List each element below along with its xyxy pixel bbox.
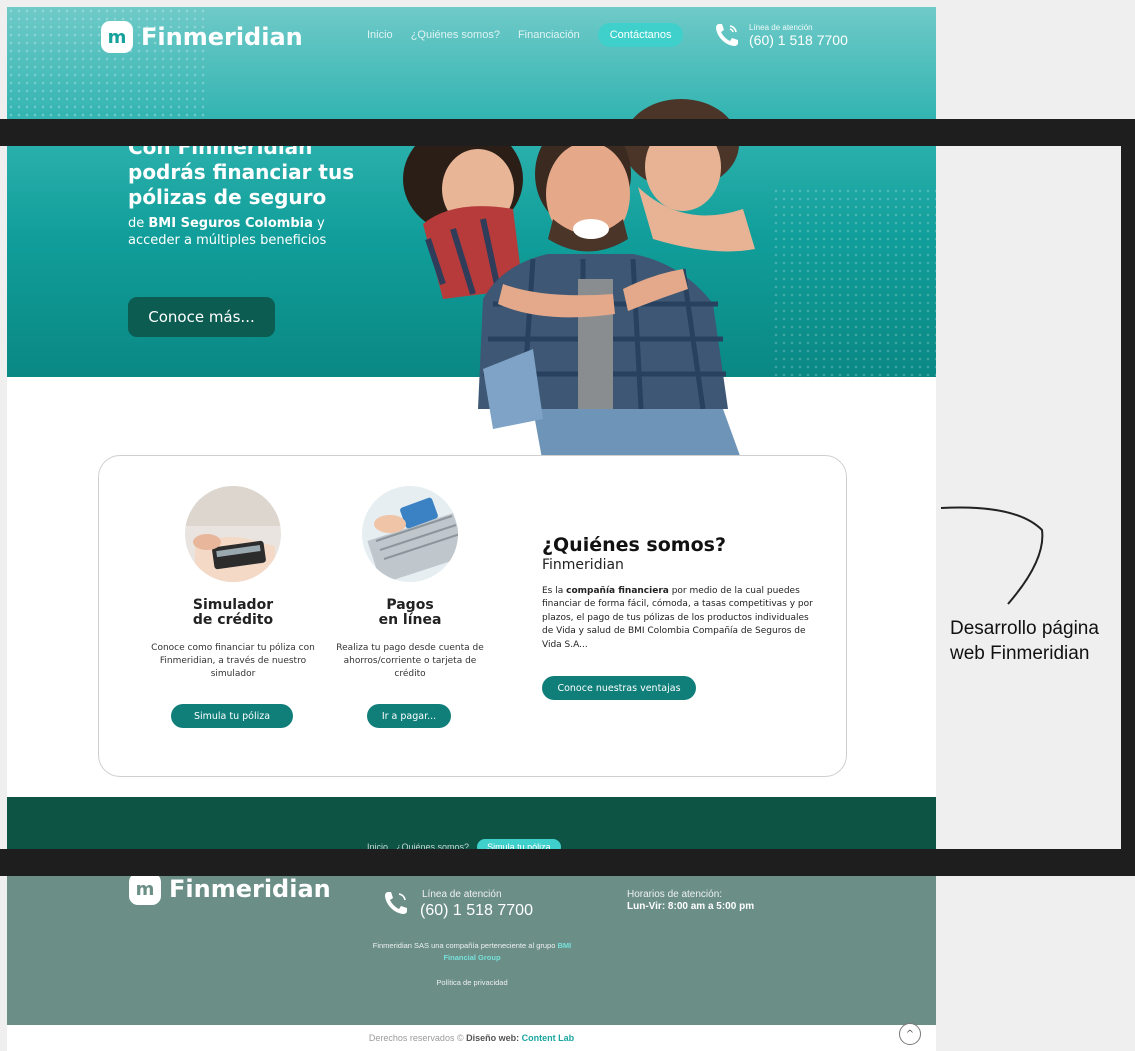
frame-band-bottom (0, 849, 1135, 876)
footer-phone-label: Línea de atención (422, 889, 502, 900)
copyright: Derechos reservados © Diseño web: Conten… (7, 1033, 936, 1043)
frame-band-top (0, 119, 1135, 146)
payments-title-line1: Pagos (386, 597, 434, 613)
hero-subtitle-prefix: de (128, 216, 149, 231)
about-text-prefix: Es la (542, 586, 567, 596)
simulator-title: Simulador de crédito (165, 598, 301, 628)
payments-description: Realiza tu pago desde cuenta de ahorros/… (336, 643, 484, 679)
payments-title-line2: en línea (378, 612, 442, 628)
copyright-bold: Diseño web: (466, 1033, 522, 1043)
conoce-ventajas-button[interactable]: Conoce nuestras ventajas (542, 676, 696, 700)
header-phone[interactable]: Línea de atención (60) 1 518 7700 (713, 21, 848, 49)
footer-logo-text: Finmeridian (169, 875, 331, 903)
header-logo[interactable]: m Finmeridian (101, 21, 303, 53)
footer-phone-number[interactable]: (60) 1 518 7700 (420, 902, 533, 920)
nav-inicio[interactable]: Inicio (367, 29, 393, 41)
footer-hours-label: Horarios de atención: (627, 889, 723, 900)
content-lab-link[interactable]: Content Lab (522, 1033, 575, 1043)
footer-phone-icon (385, 892, 407, 914)
hero-subtitle: de BMI Seguros Colombia y acceder a múlt… (128, 215, 378, 249)
logo-text: Finmeridian (141, 23, 303, 51)
chevron-up-icon: ^ (905, 1028, 915, 1040)
ir-a-pagar-button[interactable]: Ir a pagar... (367, 704, 451, 728)
simulator-image (185, 486, 281, 582)
about-text: Es la compañía financiera por medio de l… (542, 585, 822, 652)
copyright-prefix: Derechos reservados © (368, 1033, 467, 1043)
simula-tu-poliza-button[interactable]: Simula tu póliza (171, 704, 293, 728)
footer-logo-mark-icon: m (129, 873, 161, 905)
phone-number: (60) 1 518 7700 (749, 31, 848, 48)
nav-financiacion[interactable]: Financiación (518, 29, 580, 41)
hero-subtitle-brand: BMI Seguros Colombia (148, 216, 313, 231)
frame-right-edge (1121, 119, 1135, 876)
main-nav: Inicio ¿Quiénes somos? Financiación Cont… (367, 23, 684, 47)
about-text-bold: compañía financiera (566, 586, 669, 596)
phone-label: Línea de atención (749, 22, 813, 32)
simulator-title-line1: Simulador (192, 597, 274, 613)
contact-button[interactable]: Contáctanos (597, 23, 684, 47)
hero-title: Con Finmeridian podrás financiar tus pól… (128, 135, 355, 209)
caption-panel (936, 146, 1121, 849)
nav-quienes-somos[interactable]: ¿Quiénes somos? (411, 29, 500, 41)
services-card: Simulador de crédito Conoce como financi… (98, 455, 847, 777)
website-mockup: m Finmeridian Inicio ¿Quiénes somos? Fin… (7, 7, 936, 1051)
about-title: ¿Quiénes somos? (542, 534, 726, 556)
caption-text: Desarrollo página web Finmeridian (950, 618, 1099, 664)
about-subtitle: Finmeridian (542, 557, 624, 573)
logo-mark-icon: m (101, 21, 133, 53)
footer-logo[interactable]: m Finmeridian (129, 873, 331, 905)
payments-title: Pagos en línea (342, 598, 478, 628)
simulator-title-line2: de crédito (192, 612, 274, 628)
footer-hours-value: Lun-Vir: 8:00 am a 5:00 pm (627, 901, 755, 912)
footer-company-text: Finmeridian SAS una compañía pertenecien… (367, 940, 577, 964)
phone-icon (716, 24, 738, 46)
payments-image (362, 486, 458, 582)
scroll-top-button[interactable]: ^ (899, 1023, 921, 1045)
conoce-mas-button[interactable]: Conoce más... (128, 297, 275, 337)
footer-company-prefix: Finmeridian SAS una compañía pertenecien… (372, 941, 556, 950)
caption-arc-line (940, 506, 1044, 605)
privacy-link[interactable]: Política de privacidad (367, 978, 577, 987)
simulator-description: Conoce como financiar tu póliza con Finm… (151, 643, 315, 679)
